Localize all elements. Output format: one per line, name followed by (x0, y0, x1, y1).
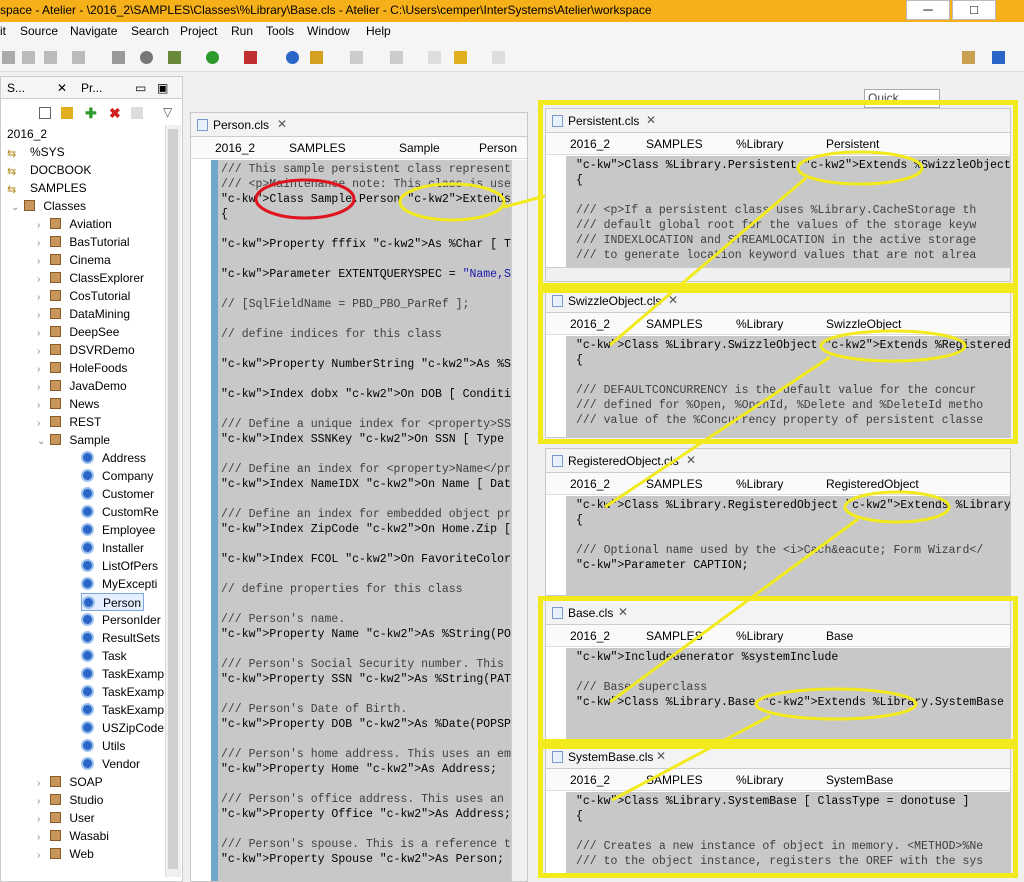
yellow-oval (819, 329, 967, 363)
annotation-overlay (254, 150, 967, 802)
connector-line (609, 176, 807, 347)
red-circle (254, 178, 356, 220)
connector-line (503, 194, 546, 209)
connector-line (611, 714, 771, 802)
yellow-oval (843, 490, 951, 524)
yellow-oval (754, 687, 918, 721)
connector-line (609, 517, 859, 704)
yellow-oval (796, 150, 924, 186)
yellow-oval (398, 182, 506, 222)
connector-line (604, 355, 831, 509)
